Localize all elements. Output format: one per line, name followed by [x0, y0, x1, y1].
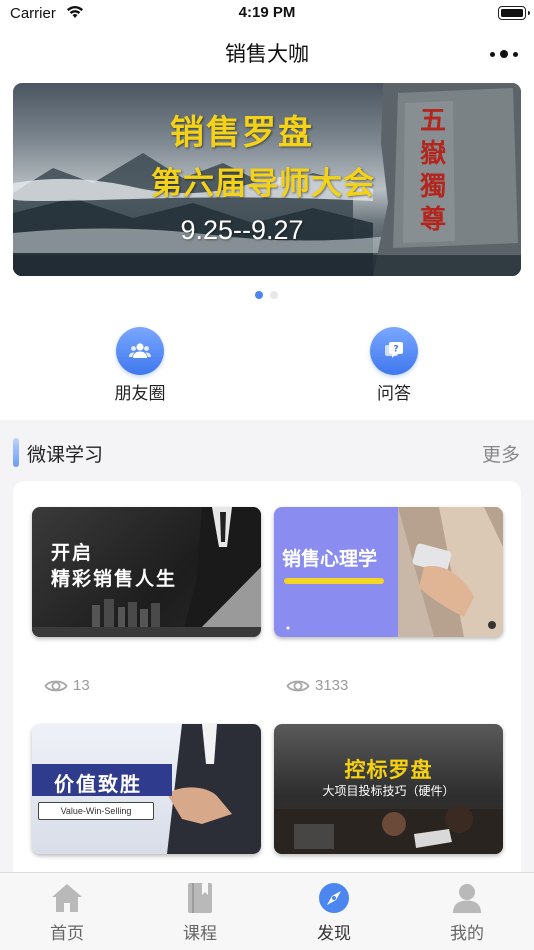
course-cover-image	[286, 507, 503, 637]
svg-text:?: ?	[393, 345, 398, 355]
home-icon	[52, 884, 82, 912]
course-title: 控标罗盘	[344, 758, 433, 782]
tab-home-label: 首页	[50, 924, 84, 944]
eye-icon	[286, 680, 310, 692]
tab-bar: 首页 课程 发现 我的	[0, 872, 534, 950]
tab-discover-label: 发现	[317, 924, 351, 944]
course-subtitle: 精彩销售人生	[51, 568, 178, 590]
moments-entry-label: 朋友圈	[114, 384, 166, 404]
course-title: 开启	[51, 542, 94, 564]
section-header: 微课学习 更多	[0, 435, 534, 471]
carousel-dot-active[interactable]	[255, 291, 263, 299]
title-underline	[284, 578, 384, 584]
course-card[interactable]: 开启 精彩销售人生	[32, 507, 261, 637]
banner-subtitle: 第六届导师大会	[151, 166, 375, 202]
view-count-value: 3133	[315, 677, 349, 694]
course-card[interactable]: 销售心理学	[274, 507, 503, 637]
banner-slide[interactable]: 五嶽獨尊 销售罗盘 第六届导师大会 9.25--9.27	[13, 83, 521, 276]
tab-profile-label: 我的	[450, 924, 484, 944]
compass-icon	[319, 883, 349, 913]
carousel-indicator	[0, 291, 534, 299]
course-card[interactable]: 控标罗盘 大项目投标技巧（硬件）	[274, 724, 503, 854]
tab-discover[interactable]: 发现	[284, 881, 384, 947]
clock: 4:19 PM	[238, 4, 296, 21]
battery-icon	[498, 6, 530, 20]
qa-entry-label: 问答	[377, 384, 411, 404]
book-icon	[188, 883, 212, 913]
eye-icon	[44, 680, 68, 692]
dot-icon	[490, 52, 495, 57]
tab-profile[interactable]: 我的	[417, 881, 517, 947]
more-options-button[interactable]	[490, 47, 520, 61]
tab-courses-label: 课程	[183, 924, 217, 944]
banner-dates: 9.25--9.27	[180, 215, 304, 245]
course-title: 销售心理学	[282, 548, 378, 570]
section-title: 微课学习	[27, 444, 104, 466]
dot-icon	[500, 50, 508, 58]
section-accent-bar	[13, 438, 19, 467]
moments-entry-button[interactable]: 朋友圈	[90, 327, 190, 407]
course-card[interactable]: 价值致胜 Value-Win-Selling	[32, 724, 261, 854]
status-bar: Carrier 4:19 PM	[0, 0, 534, 28]
banner-title: 销售罗盘	[170, 113, 314, 153]
qa-entry-button[interactable]: ? 问答	[344, 327, 444, 407]
course-subtitle: Value-Win-Selling	[38, 802, 154, 820]
tab-courses[interactable]: 课程	[150, 881, 250, 947]
dot-icon	[513, 52, 518, 57]
people-icon	[116, 327, 164, 375]
page-title: 销售大咖	[225, 42, 309, 66]
user-icon	[453, 884, 481, 913]
view-count-value: 13	[73, 677, 90, 694]
course-title: 价值致胜	[54, 772, 142, 796]
qa-icon: ?	[370, 327, 418, 375]
carousel-dot[interactable]	[270, 291, 278, 299]
more-link[interactable]: 更多	[482, 440, 520, 467]
tab-home[interactable]: 首页	[17, 881, 117, 947]
course-subtitle: 大项目投标技巧（硬件）	[322, 784, 455, 798]
